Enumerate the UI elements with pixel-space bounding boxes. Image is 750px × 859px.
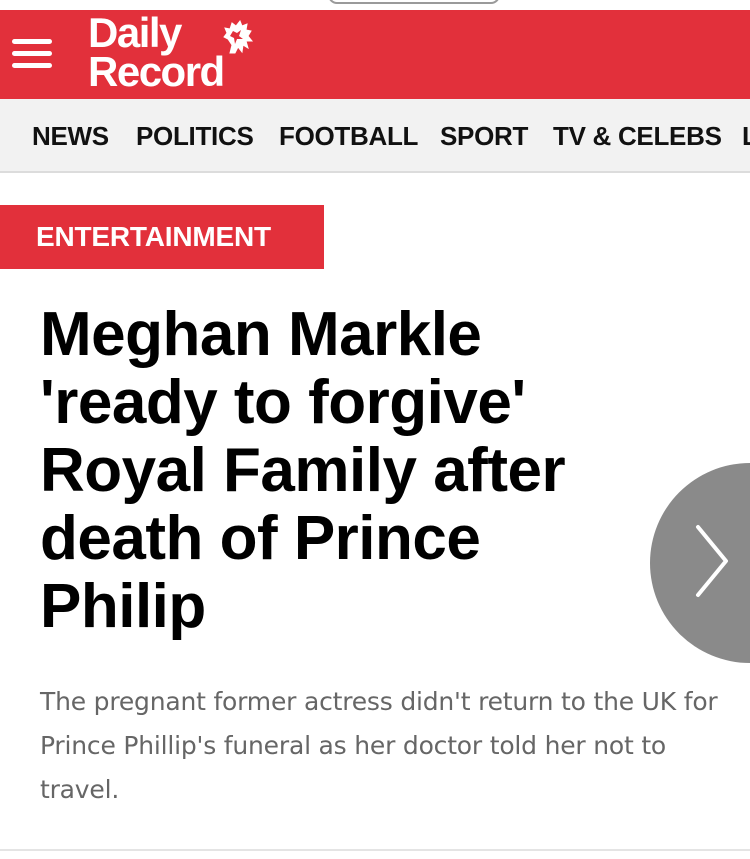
logo-text-record: Record bbox=[88, 48, 225, 95]
article-headline: Meghan Markle 'ready to forgive' Royal F… bbox=[40, 300, 566, 641]
nav-item-politics[interactable]: POLITICS bbox=[136, 121, 254, 151]
browser-handle bbox=[328, 0, 500, 4]
nav-item-tv-celebs[interactable]: TV & CELEBS bbox=[553, 121, 722, 151]
category-tag[interactable]: ENTERTAINMENT bbox=[0, 205, 324, 269]
nav-item-overflow[interactable]: L bbox=[742, 121, 750, 151]
site-logo[interactable]: Daily Record bbox=[88, 11, 278, 95]
chevron-right-icon bbox=[696, 525, 728, 597]
next-article-button[interactable] bbox=[650, 463, 750, 663]
page: Daily Record NEWS POLITICS FOOTBALL SPOR… bbox=[0, 0, 750, 859]
divider bbox=[0, 849, 750, 851]
nav-item-sport[interactable]: SPORT bbox=[440, 121, 528, 151]
nav-item-news[interactable]: NEWS bbox=[32, 121, 109, 151]
nav-item-football[interactable]: FOOTBALL bbox=[279, 121, 418, 151]
site-header: Daily Record bbox=[0, 10, 750, 99]
hamburger-menu-icon[interactable] bbox=[12, 36, 52, 72]
article-standfirst: The pregnant former actress didn't retur… bbox=[40, 687, 718, 804]
lion-rampant-icon bbox=[223, 20, 254, 54]
main-nav: NEWS POLITICS FOOTBALL SPORT TV & CELEBS… bbox=[0, 99, 750, 173]
